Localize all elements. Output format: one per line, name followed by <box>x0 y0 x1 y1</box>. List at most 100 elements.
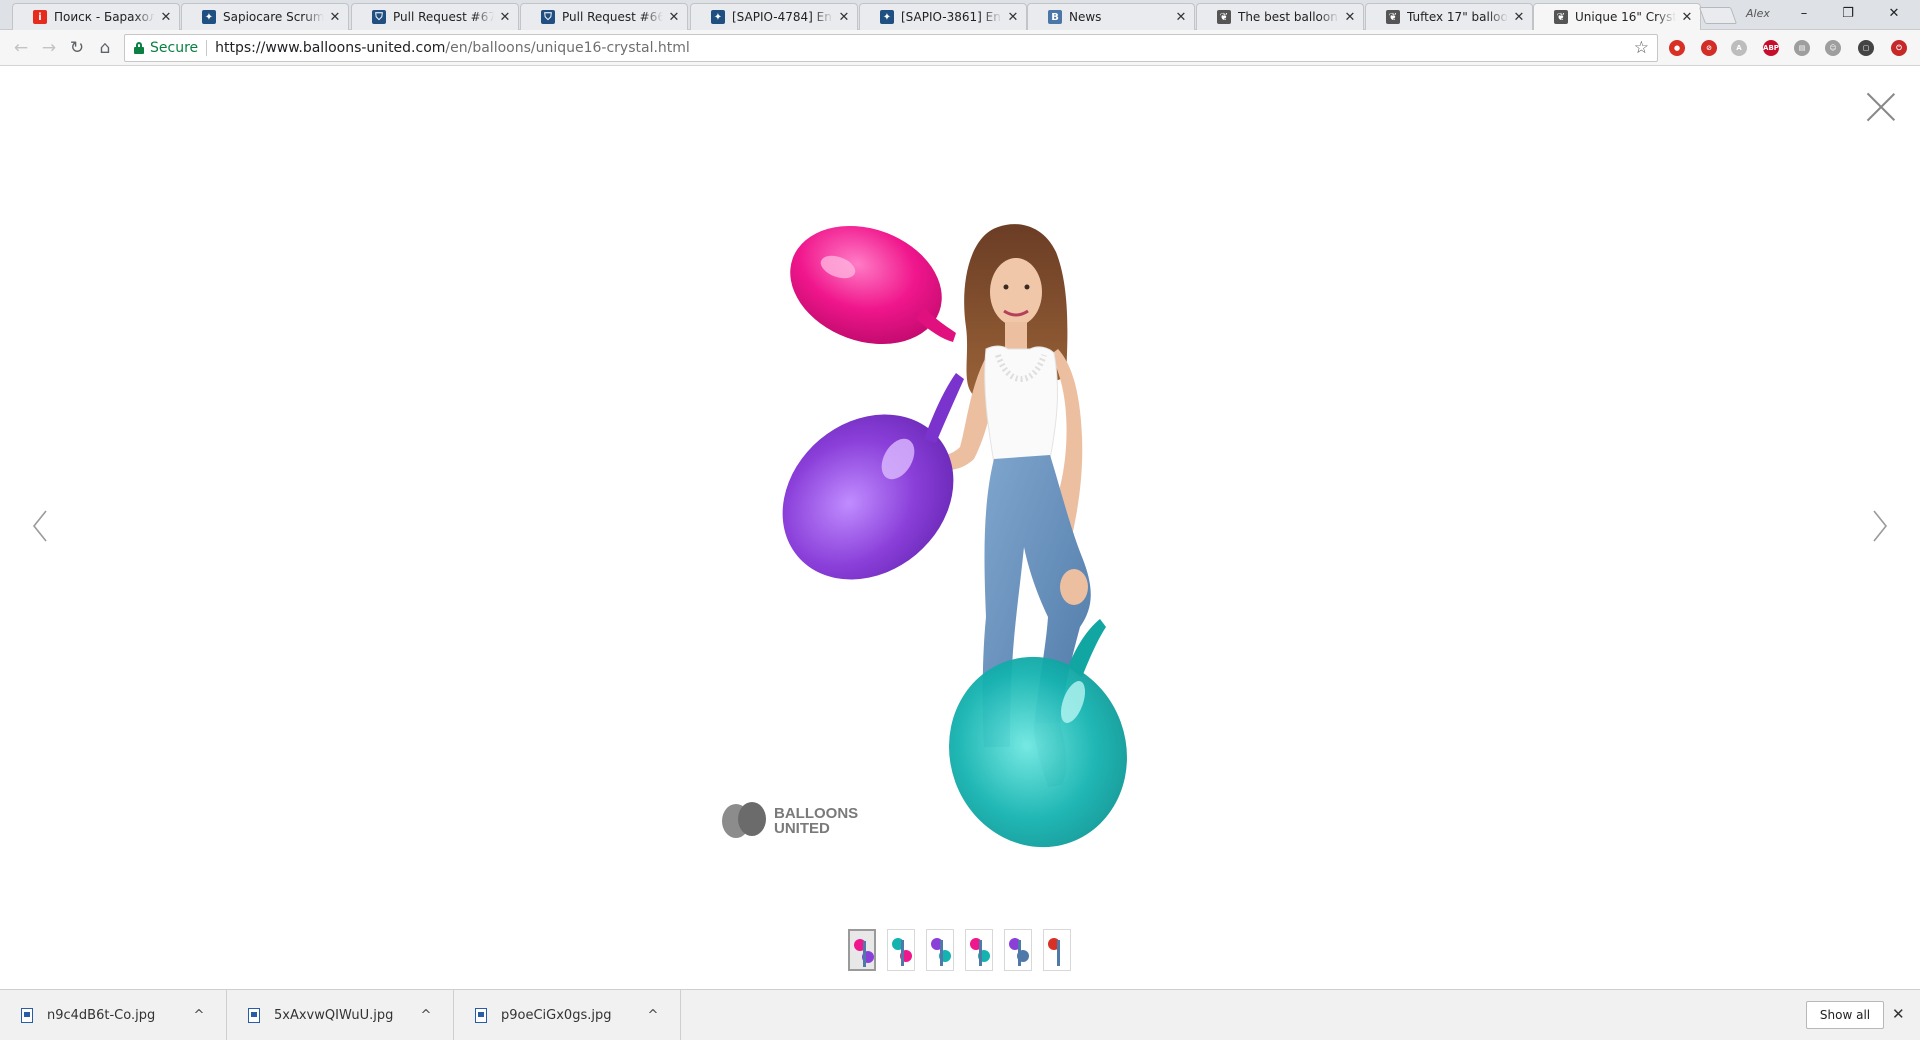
balloons-united-logo: BALLOONS UNITED <box>722 802 858 838</box>
balloons-united-icon: ❦ <box>1386 10 1400 24</box>
next-image-arrow-icon[interactable] <box>1870 509 1890 543</box>
thumbnail-preview <box>931 938 951 966</box>
thumbnail[interactable] <box>926 929 954 971</box>
minimize-button[interactable]: – <box>1782 0 1826 26</box>
tab-title: Pull Request #677: Fix <box>393 10 494 24</box>
reload-button[interactable]: ↻ <box>65 36 89 60</box>
tab[interactable]: ✦ [SAPIO-3861] Encount ✕ <box>859 3 1027 30</box>
thumbnail[interactable] <box>887 929 915 971</box>
image-file-icon <box>475 1007 487 1023</box>
lightbox-close-icon[interactable] <box>1866 92 1896 122</box>
tab-close-icon[interactable]: ✕ <box>328 10 342 25</box>
show-all-downloads-button[interactable]: Show all <box>1806 1001 1884 1029</box>
tab-title: Sapiocare Scrum Board <box>223 10 324 24</box>
teal-balloon <box>949 619 1127 848</box>
forward-button[interactable]: → <box>37 36 61 60</box>
tab[interactable]: ❦ Unique 16" Crystal b ✕ <box>1533 3 1701 30</box>
thumbnail-preview <box>892 938 912 966</box>
download-item[interactable]: 5xAxvwQIWuU.jpg ^ <box>227 990 454 1040</box>
tab-close-icon[interactable]: ✕ <box>159 10 173 25</box>
tab-close-icon[interactable]: ✕ <box>837 10 851 25</box>
thumbnail[interactable] <box>965 929 993 971</box>
window-close-button[interactable]: ✕ <box>1872 0 1916 26</box>
download-item[interactable]: n9c4dB6t-Co.jpg ^ <box>0 990 227 1040</box>
browser-toolbar: ← → ↻ ⌂ Secure https://www.balloons-unit… <box>0 30 1920 66</box>
new-tab-button[interactable] <box>1698 7 1738 24</box>
tab[interactable]: ✦ [SAPIO-4784] Encount ✕ <box>690 3 858 30</box>
tab-close-icon[interactable]: ✕ <box>1512 10 1526 25</box>
url-host[interactable]: https://www.balloons-united.com <box>215 40 445 56</box>
jira-icon: ✦ <box>202 10 216 24</box>
previous-image-arrow-icon[interactable] <box>30 509 50 543</box>
tab-title: The best balloons at <box>1238 10 1339 24</box>
tab-title: [SAPIO-4784] Encount <box>732 10 833 24</box>
tab-title: News <box>1069 10 1102 24</box>
tab-close-icon[interactable]: ✕ <box>1680 10 1694 25</box>
tab-title: [SAPIO-3861] Encount <box>901 10 1002 24</box>
download-filename: p9oeCiGx0gs.jpg <box>501 1007 612 1023</box>
tab[interactable]: ⛉ Pull Request #662: S ✕ <box>520 3 688 30</box>
logo-line2: UNITED <box>774 820 830 837</box>
tab[interactable]: ⛉ Pull Request #677: Fix ✕ <box>351 3 519 30</box>
purple-balloon <box>782 373 964 580</box>
extension-grey-icon[interactable]: A <box>1731 40 1747 56</box>
tab-title: Pull Request #662: S <box>562 10 663 24</box>
tab[interactable]: ✦ Sapiocare Scrum Board ✕ <box>181 3 349 30</box>
extension-lastpass-icon[interactable]: ⊘ <box>1701 40 1717 56</box>
vk-icon: В <box>1048 10 1062 24</box>
extension-power-icon[interactable]: ⏻ <box>1891 40 1907 56</box>
extension-reader-icon[interactable]: ▤ <box>1794 40 1810 56</box>
product-image: BALLOONS UNITED <box>698 87 1222 871</box>
bookmark-star-icon[interactable]: ☆ <box>1634 38 1649 58</box>
address-bar[interactable]: Secure https://www.balloons-united.com/e… <box>124 34 1658 62</box>
chevron-up-icon[interactable]: ^ <box>413 1008 439 1023</box>
thumbnail[interactable] <box>1004 929 1032 971</box>
download-item[interactable]: p9oeCiGx0gs.jpg ^ <box>454 990 681 1040</box>
extension-capture-icon[interactable]: ▢ <box>1858 40 1874 56</box>
close-download-shelf-icon[interactable]: ✕ <box>1892 1005 1905 1023</box>
tab-close-icon[interactable]: ✕ <box>667 10 681 25</box>
image-file-icon <box>248 1007 260 1023</box>
thumbnail-preview <box>854 939 874 967</box>
adblock-plus-icon[interactable]: ABP <box>1763 40 1779 56</box>
tab-title: Tuftex 17" balloon - <box>1407 10 1508 24</box>
tab-title: Поиск - Барахолка <box>54 10 155 24</box>
extension-people-icon[interactable]: ☺ <box>1825 40 1841 56</box>
profile-name[interactable]: Alex <box>1746 7 1770 20</box>
jira-icon: ✦ <box>711 10 725 24</box>
download-filename: 5xAxvwQIWuU.jpg <box>274 1007 394 1023</box>
download-filename: n9c4dB6t-Co.jpg <box>47 1007 156 1023</box>
balloons-united-icon: ❦ <box>1554 10 1568 24</box>
url-path[interactable]: /en/balloons/unique16-crystal.html <box>445 40 689 56</box>
image-file-icon <box>21 1007 33 1023</box>
tab-close-icon[interactable]: ✕ <box>1343 10 1357 25</box>
chevron-up-icon[interactable]: ^ <box>186 1008 212 1023</box>
download-shelf: n9c4dB6t-Co.jpg ^ 5xAxvwQIWuU.jpg ^ p9oeCiGx… <box>0 989 1920 1040</box>
bitbucket-icon: ⛉ <box>541 10 555 24</box>
home-button[interactable]: ⌂ <box>93 36 117 60</box>
tab-close-icon[interactable]: ✕ <box>1006 10 1020 25</box>
jira-icon: ✦ <box>880 10 894 24</box>
lightbox: BALLOONS UNITED <box>0 67 1920 989</box>
bitbucket-icon: ⛉ <box>372 10 386 24</box>
restore-button[interactable]: ❐ <box>1826 0 1870 26</box>
thumbnail-preview <box>1048 938 1068 966</box>
tab-close-icon[interactable]: ✕ <box>498 10 512 25</box>
extension-red-icon[interactable]: ● <box>1669 40 1685 56</box>
tab[interactable]: i Поиск - Барахолка ✕ <box>12 3 180 30</box>
woman-white-top <box>984 345 1058 464</box>
lock-icon[interactable] <box>134 42 144 54</box>
thumbnail-strip <box>848 929 1071 973</box>
back-button[interactable]: ← <box>9 36 33 60</box>
tab-close-icon[interactable]: ✕ <box>1174 10 1188 25</box>
thumbnail[interactable] <box>848 929 876 971</box>
thumbnail[interactable] <box>1043 929 1071 971</box>
secure-label[interactable]: Secure <box>150 40 198 56</box>
tab[interactable]: В News ✕ <box>1027 3 1195 30</box>
balloons-united-icon: ❦ <box>1217 10 1231 24</box>
tab[interactable]: ❦ The best balloons at ✕ <box>1196 3 1364 30</box>
tab-title: Unique 16" Crystal b <box>1575 10 1676 24</box>
address-separator <box>206 40 208 56</box>
chevron-up-icon[interactable]: ^ <box>640 1008 666 1023</box>
tab[interactable]: ❦ Tuftex 17" balloon - ✕ <box>1365 3 1533 30</box>
